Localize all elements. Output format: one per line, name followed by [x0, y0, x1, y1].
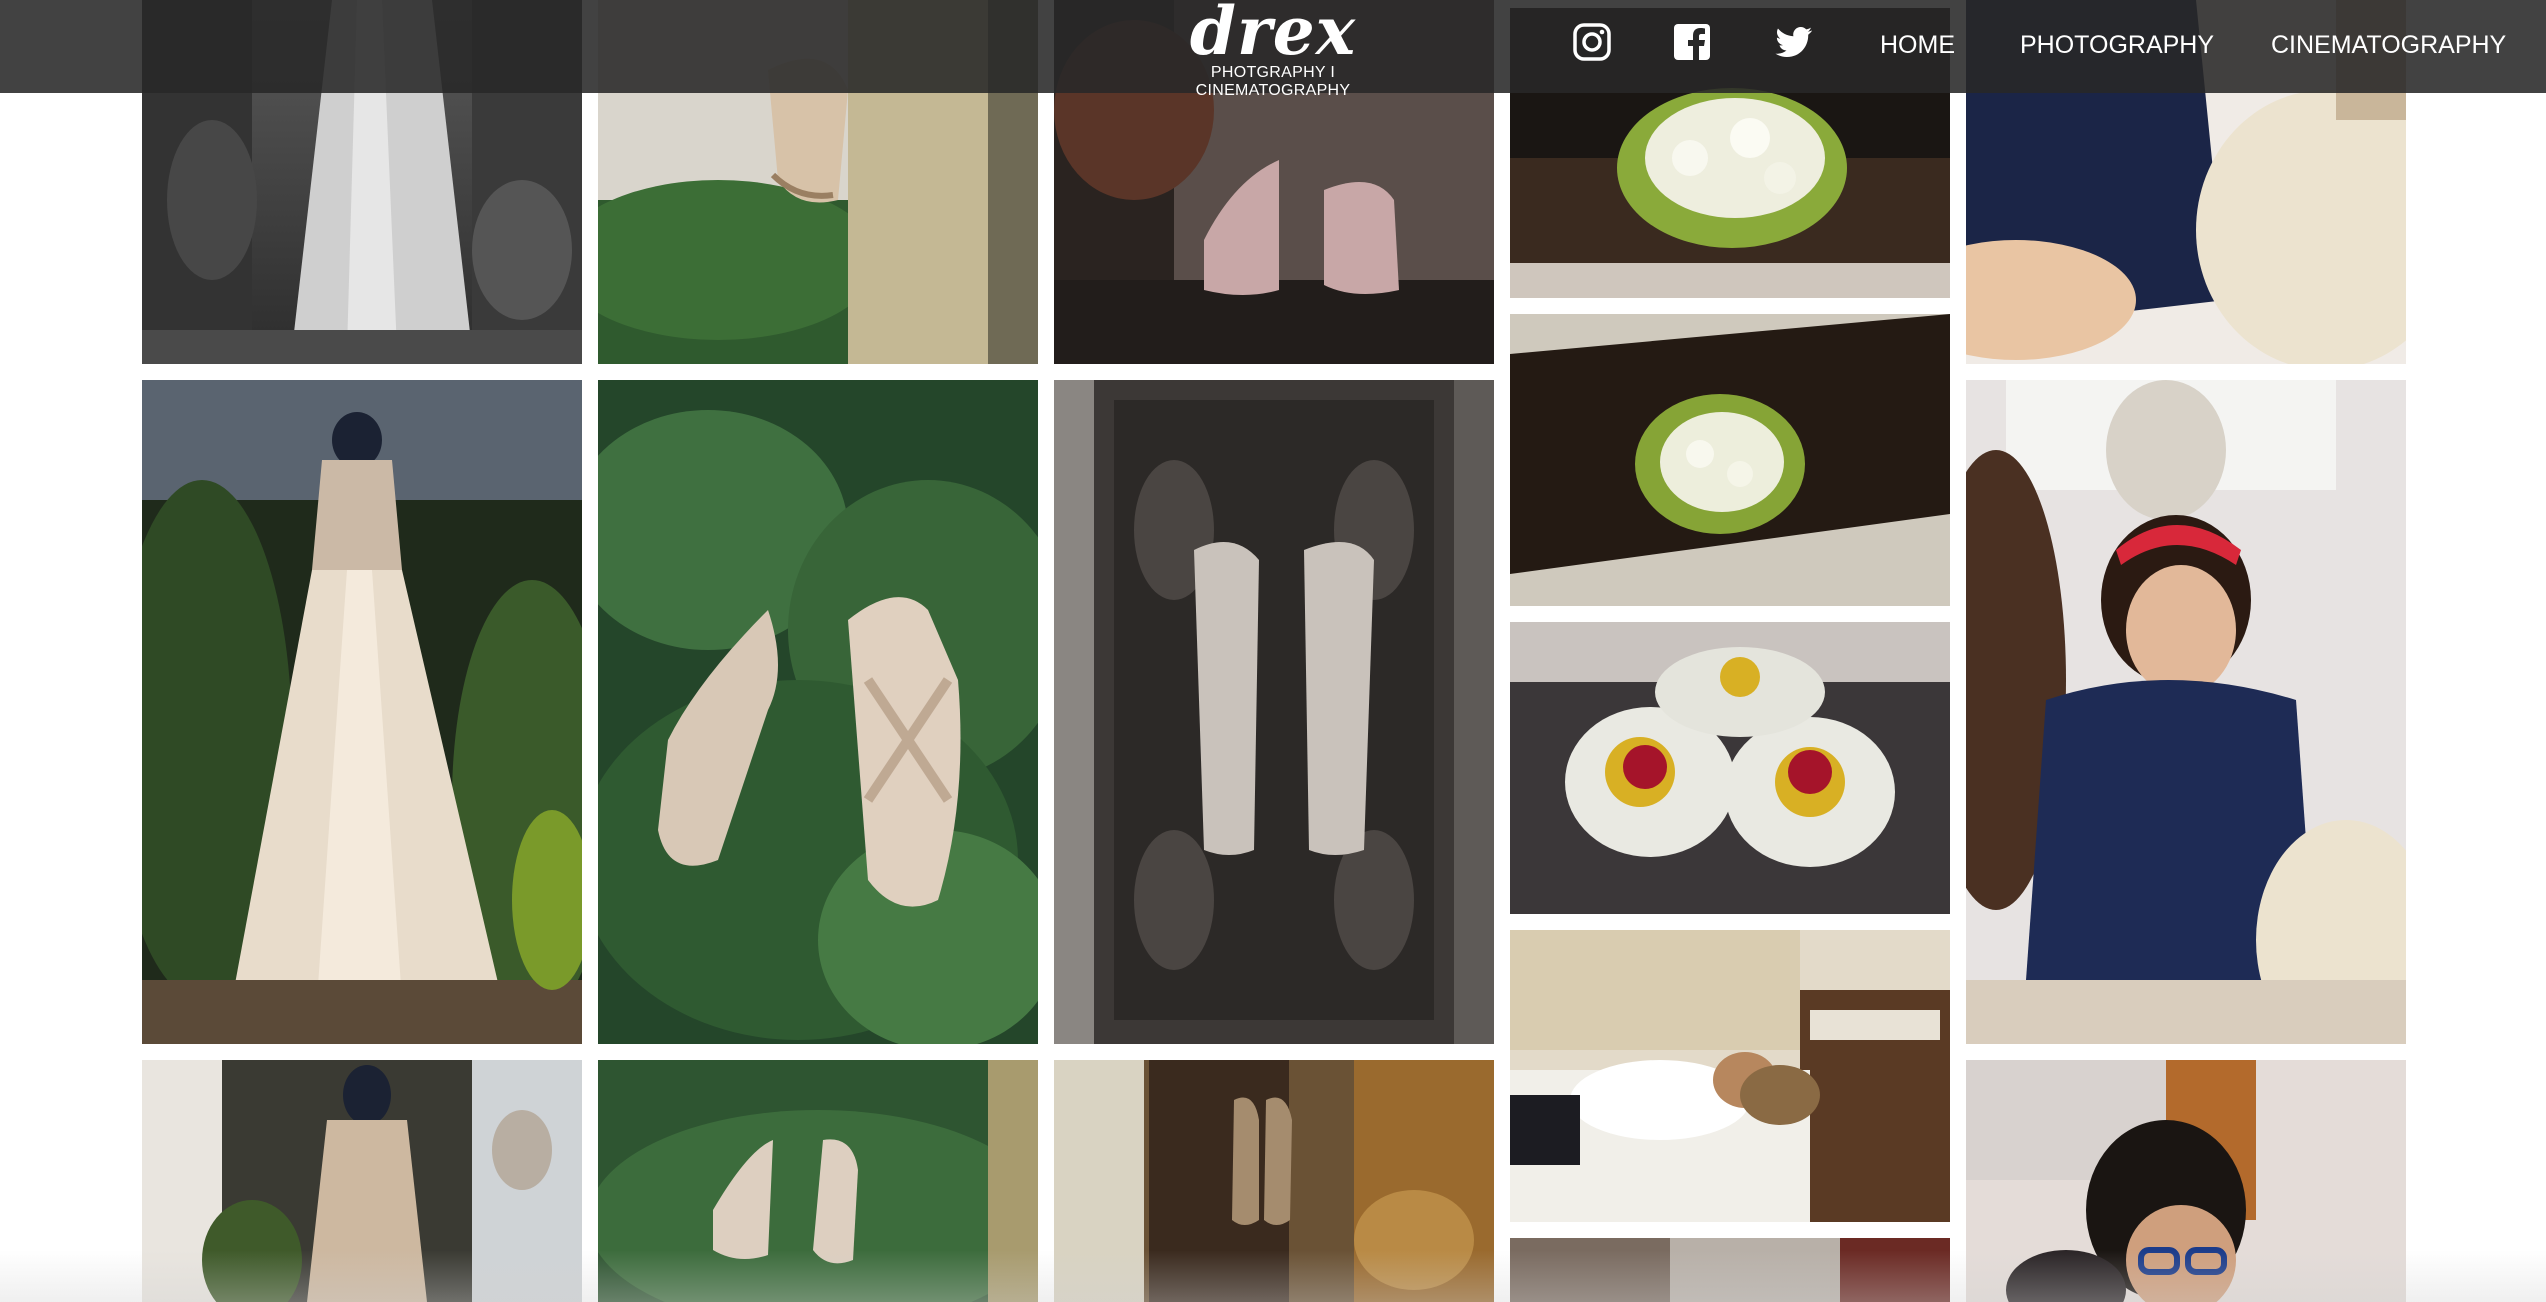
- gallery-photo-bridal-gown-detail[interactable]: [142, 1060, 582, 1302]
- gallery-photo-bridal-gown-mannequin[interactable]: [142, 380, 582, 1044]
- gallery-photo-woman-glasses[interactable]: [1966, 1060, 2406, 1302]
- gallery-photo-woman-on-bed[interactable]: [1510, 930, 1950, 1222]
- facebook-icon[interactable]: [1672, 22, 1712, 62]
- gallery-photo-red-yellow-corsages[interactable]: [1510, 622, 1950, 914]
- gallery-photo-hotel-room-detail[interactable]: [1510, 1238, 1950, 1302]
- nav-photography[interactable]: PHOTOGRAPHY: [2020, 30, 2214, 60]
- gallery-photo-strappy-heels-ferns[interactable]: [598, 380, 1038, 1044]
- nav-cinematography[interactable]: CINEMATOGRAPHY: [2271, 30, 2506, 60]
- gallery-photo-bride-red-headband[interactable]: [1966, 380, 2406, 1044]
- twitter-icon[interactable]: [1774, 22, 1814, 62]
- instagram-icon[interactable]: [1572, 22, 1612, 62]
- gallery-photo-heels-ferns-wide[interactable]: [598, 1060, 1038, 1302]
- site-header: drex PHOTGRAPHY I CINEMATOGRAPHY HOME PH…: [0, 0, 2546, 99]
- logo-wordmark: drex: [1189, 0, 1357, 70]
- photo-gallery: [0, 0, 2546, 1302]
- gallery-photo-white-bouquet-wood[interactable]: [1510, 314, 1950, 606]
- gallery-photo-sandals-carved-wood[interactable]: [1054, 380, 1494, 1044]
- logo-tagline: PHOTGRAPHY I CINEMATOGRAPHY: [1195, 64, 1351, 99]
- gallery-photo-sandals-carved-warm[interactable]: [1054, 1060, 1494, 1302]
- site-logo[interactable]: drex PHOTGRAPHY I CINEMATOGRAPHY: [1142, 0, 1404, 99]
- page: drex PHOTGRAPHY I CINEMATOGRAPHY HOME PH…: [0, 0, 2546, 1302]
- nav-home[interactable]: HOME: [1880, 30, 1955, 60]
